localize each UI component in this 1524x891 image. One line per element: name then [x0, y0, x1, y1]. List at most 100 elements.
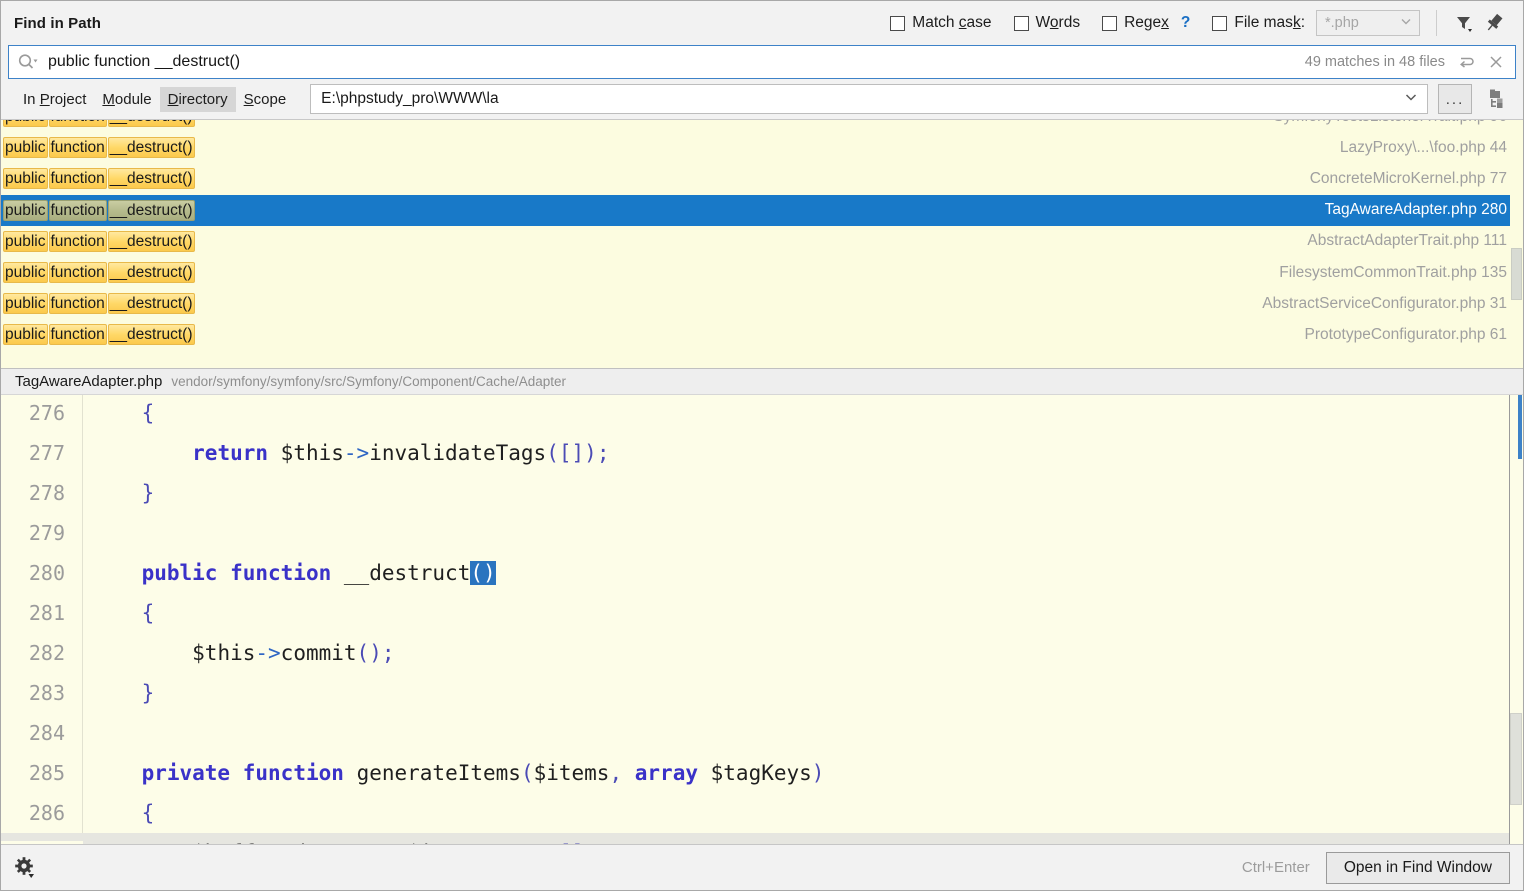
match-highlight: __destruct() — [107, 199, 195, 221]
line-number: 277 — [28, 441, 65, 465]
result-match-text: publicfunction__destruct() — [3, 199, 196, 221]
file-mask-value: *.php — [1325, 15, 1359, 31]
page-title: Find in Path — [14, 14, 102, 32]
code-preview[interactable]: 276 {277 return $this->invalidateTags([]… — [1, 395, 1523, 844]
match-case-checkbox[interactable] — [890, 15, 906, 31]
toolbar-divider — [1436, 10, 1437, 36]
code-line: 287 $bufferedItems = $itemTags = []; — [1, 833, 1523, 844]
regex-label: Regex — [1124, 14, 1169, 31]
search-results-list[interactable]: publicfunction__destruct()SymfonyTestsLi… — [1, 119, 1523, 368]
code-line: 283 } — [1, 673, 1523, 713]
match-highlight: function — [48, 137, 107, 159]
regex-help-link[interactable]: ? — [1181, 14, 1190, 32]
result-row[interactable]: publicfunction__destruct() SymfonyTestsLi… — [1, 120, 1523, 132]
result-match-text: publicfunction__destruct() — [3, 262, 196, 284]
result-row[interactable]: public function __destruct() FilesystemComm… — [1, 257, 1523, 288]
search-dropdown-icon[interactable] — [17, 52, 39, 72]
match-highlight: public — [3, 324, 48, 346]
scope-tab-in-project[interactable]: In Project — [15, 87, 94, 112]
module-tree-icon[interactable] — [1482, 84, 1516, 114]
code-line: 278 } — [1, 473, 1523, 513]
regex-option[interactable]: Regex ? — [1102, 14, 1190, 32]
preview-file-path: vendor/symfony/symfony/src/Symfony/Compo… — [171, 374, 567, 389]
scope-tab-module[interactable]: Module — [94, 87, 159, 112]
search-row: public function __destruct() 49 matches … — [1, 45, 1523, 79]
line-number: 282 — [28, 641, 65, 665]
dialog-title-bar: Find in Path Match case Words Regex ? Fi… — [1, 1, 1523, 45]
match-highlight: __destruct() — [107, 324, 195, 346]
line-number: 278 — [28, 481, 65, 505]
match-highlight: __destruct() — [107, 120, 195, 128]
match-case-option[interactable]: Match case — [890, 14, 992, 32]
code-text: { — [141, 401, 155, 425]
preview-file-name: TagAwareAdapter.php — [15, 373, 163, 390]
result-row[interactable]: public function __destruct() TagAwareAdapte… — [1, 194, 1523, 226]
result-row[interactable]: public function __destruct() LazyProxy\...\… — [1, 132, 1523, 163]
code-text: $this->commit(); — [192, 641, 395, 665]
browse-directory-button[interactable]: ... — [1438, 84, 1472, 114]
code-line: 284 — [1, 713, 1523, 753]
chevron-down-icon[interactable] — [1403, 89, 1419, 110]
results-scroll-thumb[interactable] — [1511, 248, 1522, 300]
file-mask-label: File mask: — [1234, 14, 1305, 31]
pin-icon[interactable] — [1479, 8, 1509, 38]
line-number: 280 — [28, 561, 65, 585]
scope-tab-directory[interactable]: Directory — [159, 86, 236, 112]
match-highlight: function — [48, 293, 107, 315]
file-mask-checkbox[interactable] — [1212, 15, 1228, 31]
match-highlight: public — [3, 137, 48, 159]
scope-row: In Project Module Directory Scope E:\php… — [1, 79, 1523, 119]
result-row[interactable]: public function __destruct() AbstractAdapte… — [1, 226, 1523, 257]
search-input[interactable]: public function __destruct() 49 matches … — [8, 45, 1516, 79]
code-text: { — [141, 601, 155, 625]
preview-scroll-thumb[interactable] — [1510, 713, 1522, 805]
file-mask-option[interactable]: File mask: — [1212, 14, 1305, 32]
results-scrollbar[interactable] — [1510, 120, 1523, 368]
result-match-text: publicfunction__destruct() — [3, 293, 196, 315]
shortcut-hint: Ctrl+Enter — [1241, 859, 1310, 876]
code-line: 281 { — [1, 593, 1523, 633]
match-highlight: public — [3, 168, 48, 190]
result-file-label: SymfonyTestsListenerTrait.php 96 — [1273, 120, 1507, 126]
match-highlight: __destruct() — [107, 168, 195, 190]
code-line: 276 { — [1, 395, 1523, 433]
result-row[interactable]: public function __destruct() AbstractServic… — [1, 288, 1523, 319]
line-number: 283 — [28, 681, 65, 705]
match-highlight: __destruct() — [107, 293, 195, 315]
code-line: 277 return $this->invalidateTags([]); — [1, 433, 1523, 473]
line-number: 286 — [28, 801, 65, 825]
code-text: private function generateItems($items, a… — [141, 761, 825, 785]
file-mask-combo[interactable]: *.php — [1316, 10, 1420, 36]
line-number: 281 — [28, 601, 65, 625]
open-in-find-window-button[interactable]: Open in Find Window — [1325, 851, 1510, 884]
rerun-icon[interactable] — [1457, 53, 1475, 71]
scope-tab-scope[interactable]: Scope — [236, 87, 295, 112]
line-number: 285 — [28, 761, 65, 785]
result-row[interactable]: public function __destruct() ConcreteMicroK… — [1, 163, 1523, 194]
result-match-text: publicfunction__destruct() — [3, 137, 196, 159]
filter-funnel-icon[interactable] — [1449, 8, 1479, 38]
preview-scroll-marker — [1518, 395, 1522, 459]
words-option[interactable]: Words — [1013, 14, 1081, 32]
result-row[interactable] — [1, 351, 1523, 369]
result-file-label: LazyProxy\...\foo.php 44 — [1339, 138, 1507, 156]
words-label: Words — [1035, 14, 1081, 31]
code-line: 279 — [1, 513, 1523, 553]
code-line: 285 private function generateItems($item… — [1, 753, 1523, 793]
regex-checkbox[interactable] — [1102, 15, 1118, 31]
find-in-path-dialog: Find in Path Match case Words Regex ? Fi… — [0, 0, 1524, 891]
result-file-label: TagAwareAdapter.php 280 — [1324, 201, 1507, 219]
dialog-bottom-bar: Ctrl+Enter Open in Find Window — [1, 844, 1523, 890]
close-icon[interactable] — [1487, 53, 1505, 71]
search-query-text: public function __destruct() — [48, 53, 241, 70]
code-text: } — [141, 681, 155, 705]
words-checkbox[interactable] — [1013, 15, 1029, 31]
preview-file-header: TagAwareAdapter.php vendor/symfony/symfo… — [1, 368, 1523, 395]
result-file-label: ConcreteMicroKernel.php 77 — [1309, 169, 1507, 187]
directory-path-input[interactable]: E:\phpstudy_pro\WWW\la — [310, 84, 1428, 114]
line-number: 279 — [28, 521, 65, 545]
result-row[interactable]: public function __destruct() PrototypeConfi… — [1, 319, 1523, 350]
result-file-label: AbstractServiceConfigurator.php 31 — [1262, 294, 1507, 312]
preview-scrollbar[interactable] — [1509, 395, 1523, 844]
gear-dropdown-icon[interactable] — [11, 853, 41, 883]
